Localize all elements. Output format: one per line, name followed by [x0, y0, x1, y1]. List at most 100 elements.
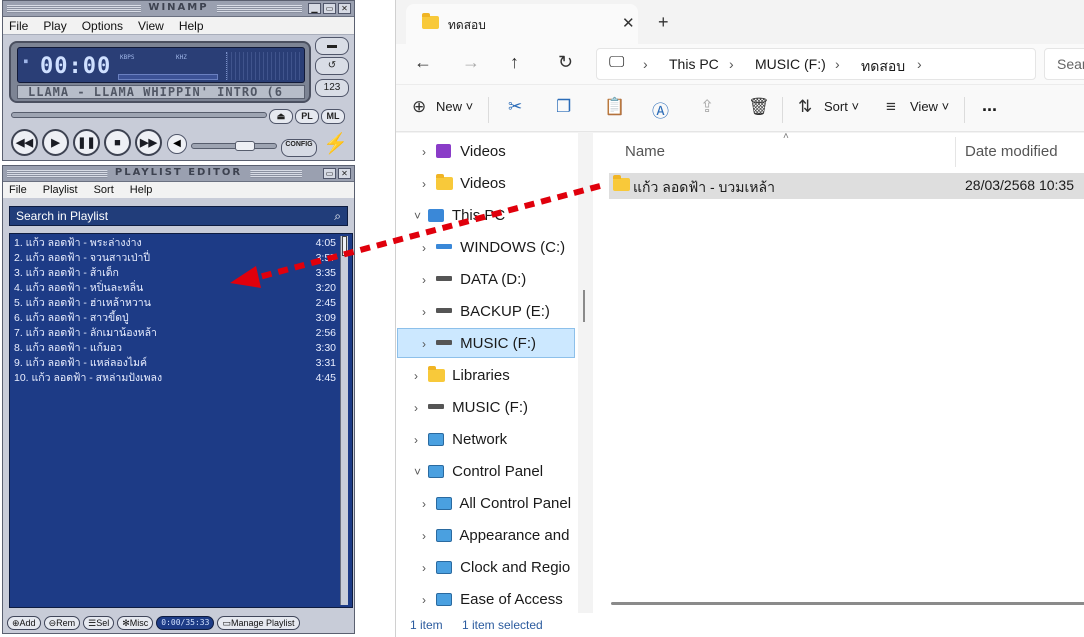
list-item[interactable]: 7. แก้ว ลอดฟ้า - ลักเมาน้องหล้า 2:56 [14, 326, 336, 341]
more-options-button[interactable]: ... [982, 95, 997, 116]
playlist-shade-button[interactable]: ▭ [323, 168, 336, 179]
delete-icon[interactable]: 🗑 [748, 97, 770, 117]
nav-item-ease-of-access[interactable]: › Ease of Access [422, 585, 563, 613]
pane-scrollbar[interactable] [583, 290, 585, 322]
column-header-name[interactable]: Name [625, 143, 665, 160]
volume-knob[interactable] [235, 141, 255, 151]
list-item[interactable]: 1. แก้ว ลอดฟ้า - พระล่างง่าง 4:05 [14, 236, 336, 251]
paste-icon[interactable]: 📋 [604, 97, 625, 117]
nav-item-control-panel[interactable]: ˅ Control Panel [414, 457, 543, 487]
minimize-button[interactable]: ▁ [308, 3, 321, 14]
search-icon[interactable]: ⌕ [334, 207, 341, 225]
close-tab-icon[interactable]: ✕ [622, 14, 635, 32]
pause-button[interactable]: ❚❚ [73, 129, 100, 156]
menu-help[interactable]: Help [179, 19, 204, 33]
forward-button[interactable]: → [462, 52, 480, 73]
pl-button[interactable]: PL [295, 109, 319, 124]
playlist-scrollbar[interactable] [340, 236, 348, 605]
list-item[interactable]: 6. แก้ว ลอดฟ้า - สาวขี้ดปู่ 3:09 [14, 311, 336, 326]
breadcrumb-this-pc[interactable]: This PC [669, 56, 719, 72]
pl-menu-playlist[interactable]: Playlist [43, 184, 78, 196]
new-button[interactable]: New ˅ [436, 99, 473, 114]
shade-button[interactable]: ▭ [323, 3, 336, 14]
playlist-search-input[interactable]: Search in Playlist ⌕ [9, 206, 348, 226]
track-duration: 4:45 [315, 372, 336, 384]
song-title-ticker[interactable]: LLAMA - LLAMA WHIPPIN' INTRO (6 [17, 85, 305, 99]
explorer-tab[interactable]: ทดสอบ ✕ [406, 4, 638, 44]
menu-play[interactable]: Play [43, 19, 66, 33]
track-title: 4. แก้ว ลอดฟ้า - หปิ่นละหลิ่น [14, 282, 144, 294]
config-button[interactable]: CONFIG [281, 139, 317, 157]
pl-menu-file[interactable]: File [9, 184, 27, 196]
pl-menu-sort[interactable]: Sort [94, 184, 114, 196]
stop-button[interactable]: ■ [104, 129, 131, 156]
nav-item-libraries[interactable]: › Libraries [414, 361, 510, 391]
nav-item-windows-c[interactable]: › WINDOWS (C:) [422, 233, 565, 263]
remove-button[interactable]: ⊖Rem [43, 616, 81, 630]
repeat-button[interactable]: ↺ [315, 57, 349, 75]
play-button[interactable]: ▶ [42, 129, 69, 156]
nav-item-videos-folder[interactable]: › Videos [422, 169, 506, 199]
volume-slider[interactable] [191, 143, 277, 149]
winamp-titlebar[interactable]: WINAMP ▁ ▭ ✕ [3, 1, 354, 17]
search-input[interactable]: Sear [1044, 48, 1084, 80]
sort-button[interactable]: Sort ˅ [824, 99, 859, 114]
volume-icon[interactable]: ◀ [167, 134, 187, 154]
close-button[interactable]: ✕ [338, 3, 351, 14]
breadcrumb-music[interactable]: MUSIC (F:) [755, 56, 826, 72]
view-button[interactable]: View ˅ [910, 99, 949, 114]
new-tab-button[interactable]: + [658, 12, 669, 33]
list-item[interactable]: 10. แก้ว ลอดฟ้า - สหล่ามปังเพลง 4:45 [14, 371, 336, 386]
nav-item-music-f-root[interactable]: › MUSIC (F:) [414, 393, 528, 423]
shuffle-button[interactable]: ▬ [315, 37, 349, 55]
list-item[interactable]: 2. แก้ว ลอดฟ้า - จวนสาวเป่าปี่ 3:57 [14, 251, 336, 266]
address-bar[interactable]: 🖵 › This PC › MUSIC (F:) › ทดสอบ › [596, 48, 1036, 80]
list-item[interactable]: 4. แก้ว ลอดฟ้า - หปิ่นละหลิ่น 3:20 [14, 281, 336, 296]
scrollbar-thumb[interactable] [342, 236, 347, 256]
nav-item-this-pc[interactable]: ˅ This PC [414, 201, 505, 231]
nav-item-data-d[interactable]: › DATA (D:) [422, 265, 526, 295]
up-button[interactable]: ↑ [510, 52, 519, 73]
column-divider[interactable] [955, 137, 956, 167]
winamp-lightning-icon[interactable]: ⚡ [323, 132, 348, 156]
copy-icon[interactable]: ❐ [556, 97, 571, 117]
share-icon[interactable]: ⇪ [700, 97, 714, 117]
previous-button[interactable]: ◀◀ [11, 129, 38, 156]
refresh-button[interactable]: ↻ [558, 52, 573, 73]
table-row[interactable]: แก้ว ลอดฟ้า - บวมเหล้า 28/03/2568 10:35 [609, 173, 1084, 199]
ml-button[interactable]: ML [321, 109, 345, 124]
nav-item-network[interactable]: › Network [414, 425, 507, 455]
time-display[interactable]: 00:00 [40, 54, 111, 79]
playlist-close-button[interactable]: ✕ [338, 168, 351, 179]
cut-icon[interactable]: ✂ [508, 97, 522, 117]
back-button[interactable]: ← [414, 52, 432, 73]
add-button[interactable]: ⊕Add [7, 616, 41, 630]
menu-options[interactable]: Options [82, 19, 123, 33]
list-item[interactable]: 9. แก้ว ลอดฟ้า - แหล่ลองไมค์ 3:31 [14, 356, 336, 371]
nav-item-videos[interactable]: › Videos [422, 137, 506, 167]
next-button[interactable]: ▶▶ [135, 129, 162, 156]
list-item[interactable]: 8. แก้ว ลอดฟ้า - แก้มอว 3:30 [14, 341, 336, 356]
horizontal-scrollbar[interactable] [611, 602, 1084, 605]
eject-button[interactable]: ⏏ [269, 109, 293, 124]
nav-item-music-f[interactable]: › MUSIC (F:) [397, 328, 575, 358]
nav-item-backup-e[interactable]: › BACKUP (E:) [422, 297, 550, 327]
select-button[interactable]: ☰Sel [83, 616, 115, 630]
spectrum-visualizer[interactable] [226, 52, 302, 80]
list-item[interactable]: 3. แก้ว ลอดฟ้า - ส้าเด็ก 3:35 [14, 266, 336, 281]
list-item[interactable]: 5. แก้ว ลอดฟ้า - ฮ่าเหล้าหวาน 2:45 [14, 296, 336, 311]
playlist-order-button[interactable]: 123 [315, 79, 349, 97]
manage-playlist-button[interactable]: ▭Manage Playlist [217, 616, 300, 630]
menu-file[interactable]: File [9, 19, 28, 33]
playlist-titlebar[interactable]: PLAYLIST EDITOR ▭ ✕ [3, 166, 354, 182]
nav-item-appearance[interactable]: › Appearance and [422, 521, 569, 551]
column-header-date[interactable]: Date modified [965, 143, 1058, 160]
breadcrumb-folder[interactable]: ทดสอบ [861, 56, 905, 78]
pl-menu-help[interactable]: Help [130, 184, 153, 196]
nav-item-clock-region[interactable]: › Clock and Regio [422, 553, 570, 583]
menu-view[interactable]: View [138, 19, 164, 33]
balance-slider[interactable] [11, 112, 267, 118]
rename-icon[interactable]: Ⓐ [652, 97, 669, 122]
nav-item-all-control-panel[interactable]: › All Control Panel [422, 489, 571, 519]
misc-button[interactable]: ✻Misc [117, 616, 154, 630]
